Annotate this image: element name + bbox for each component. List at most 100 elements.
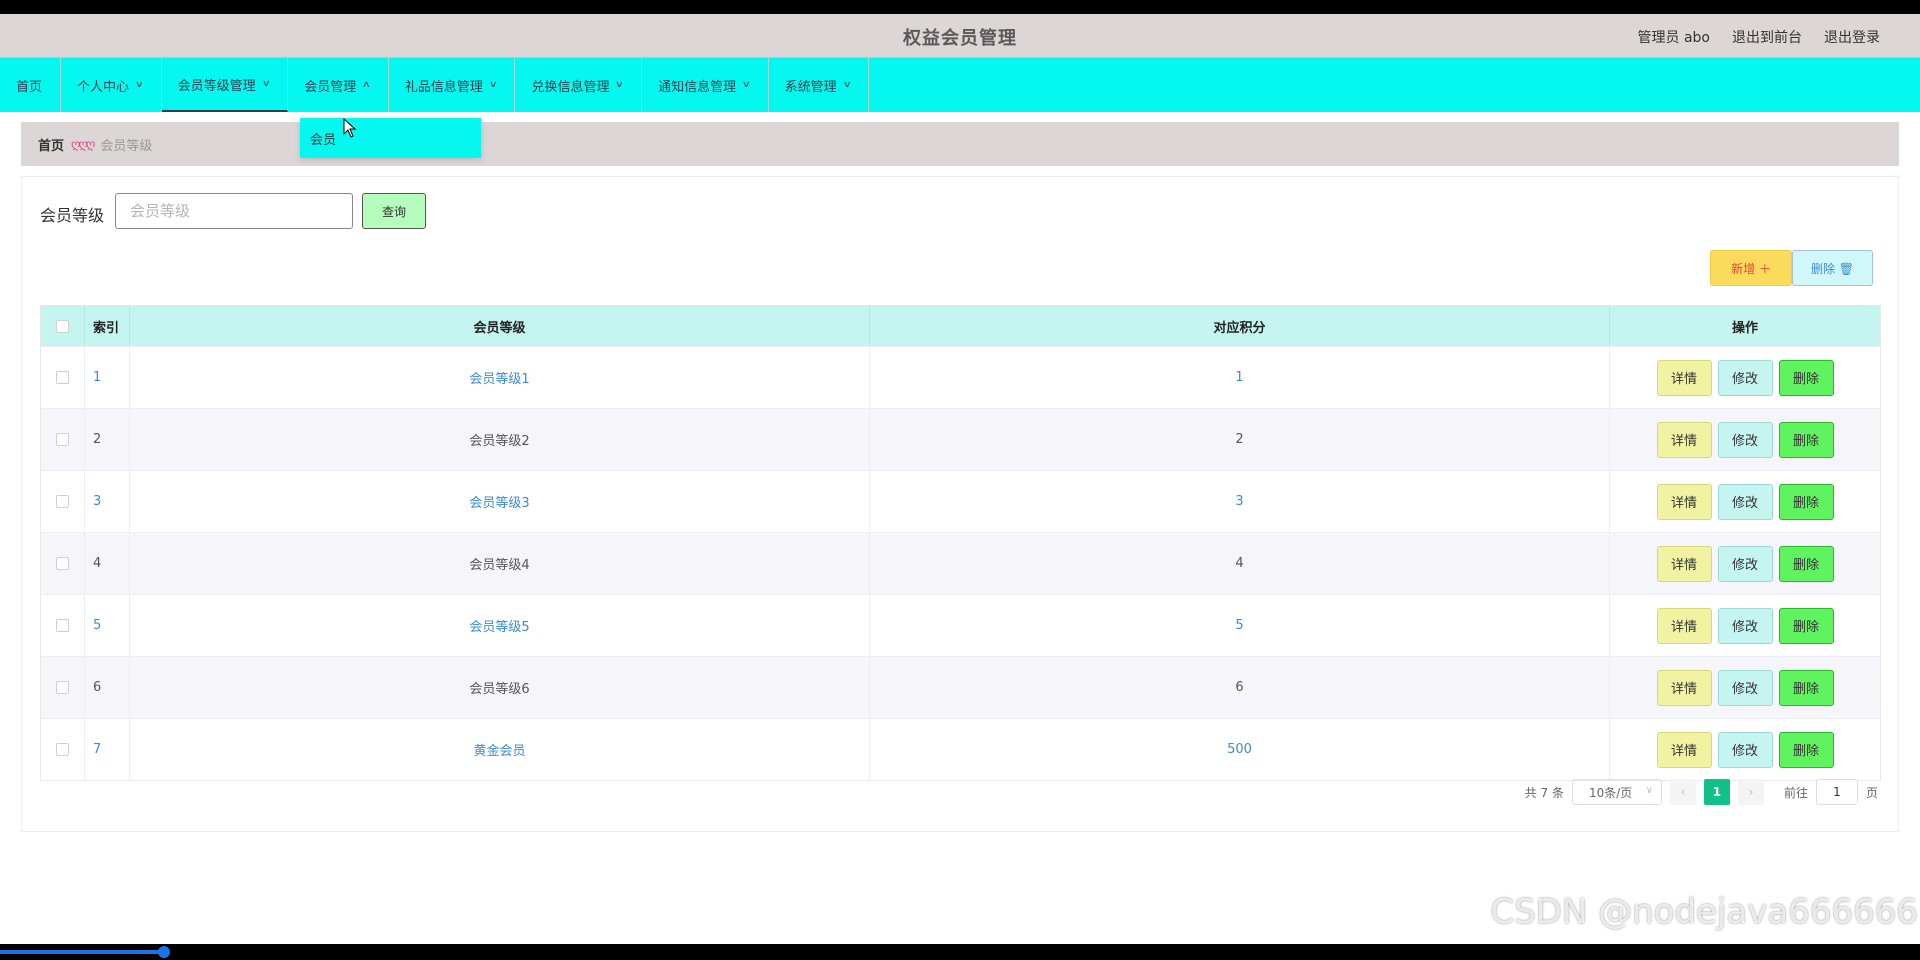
detail-button[interactable]: 详情 [1656,731,1712,768]
row-checkbox[interactable] [56,495,69,508]
progress-handle[interactable] [158,946,170,958]
detail-button[interactable]: 详情 [1656,483,1712,520]
nav-gift-info-label: 礼品信息管理 [404,79,483,95]
member-level-search-input[interactable] [115,193,353,229]
app-window: 权益会员管理 管理员 abo 退出到前台 退出登录 首页 个人中心 ∨ 会员等级管… [0,14,1920,944]
row-checkbox[interactable] [56,557,69,570]
row-points: 500 [870,719,1610,780]
nav-system[interactable]: 系统管理 ∨ [769,58,870,112]
row-checkbox[interactable] [56,681,69,694]
row-checkbox[interactable] [56,619,69,632]
header-level: 会员等级 [130,306,870,346]
edit-button[interactable]: 修改 [1717,607,1773,644]
nav-home-label: 首页 [16,79,43,95]
detail-button[interactable]: 详情 [1656,669,1712,706]
row-index: 6 [85,657,130,718]
table-header: 索引 会员等级 对应积分 操作 [41,306,1880,346]
member-level-table: 索引 会员等级 对应积分 操作 1 会员等级1 1 详情 修改 删除 2 会员等 [40,305,1881,781]
next-page-button[interactable]: › [1737,779,1764,805]
edit-button[interactable]: 修改 [1717,421,1773,458]
nav-gift-info[interactable]: 礼品信息管理 ∨ [389,58,516,112]
delete-button[interactable]: 删除 [1778,731,1834,768]
edit-button[interactable]: 修改 [1717,545,1773,582]
delete-button[interactable]: 删除 [1778,359,1834,396]
delete-button[interactable]: 删除 [1778,545,1834,582]
nav-member-manage-label: 会员管理 [304,79,357,95]
current-page[interactable]: 1 [1703,779,1730,805]
query-button[interactable]: 查询 [362,193,426,229]
table-row: 2 会员等级2 2 详情 修改 删除 [41,408,1880,470]
row-points: 2 [870,409,1610,470]
nav-exchange-info[interactable]: 兑换信息管理 ∨ [515,58,643,112]
detail-button[interactable]: 详情 [1656,421,1712,458]
page-size-select[interactable]: 10条/页 ∨ [1571,779,1662,805]
content-panel: 会员等级 查询 新增 ＋ 删除 🗑 索引 会员等级 对应积分 操作 1 会员等级… [21,176,1899,832]
row-index: 4 [85,533,130,594]
detail-button[interactable]: 详情 [1656,545,1712,582]
nav-system-label: 系统管理 [784,79,837,95]
edit-button[interactable]: 修改 [1717,359,1773,396]
goto-label: 前往 [1783,785,1808,800]
batch-delete-button[interactable]: 删除 🗑 [1792,250,1873,286]
delete-button[interactable]: 删除 [1778,421,1834,458]
delete-button[interactable]: 删除 [1778,669,1834,706]
watermark: CSDN @nodejava666666 [1490,892,1918,932]
nav-home[interactable]: 首页 [0,58,62,112]
row-check-cell [41,595,85,656]
row-checkbox[interactable] [56,371,69,384]
edit-button[interactable]: 修改 [1717,731,1773,768]
chevron-left-icon: ‹ [1680,785,1686,799]
row-index: 7 [85,719,130,780]
header-links: 管理员 abo 退出到前台 退出登录 [1638,27,1880,47]
delete-button[interactable]: 删除 [1778,607,1834,644]
row-checkbox[interactable] [56,433,69,446]
row-index: 1 [85,347,130,408]
pagination: 共 7 条 10条/页 ∨ ‹ 1 › 前往 页 [1525,779,1878,805]
nav-member-manage[interactable]: 会员管理 ∧ [288,58,389,112]
chevron-right-icon: › [1748,785,1754,799]
admin-user: 管理员 abo [1637,30,1710,46]
row-actions: 详情 修改 删除 [1610,409,1880,470]
nav-notice-info[interactable]: 通知信息管理 ∨ [642,58,769,112]
nav-member-level-label: 会员等级管理 [177,78,256,94]
row-level: 会员等级6 [130,657,870,718]
select-all-checkbox[interactable] [56,319,69,333]
edit-button[interactable]: 修改 [1717,669,1773,706]
breadcrumb-home[interactable]: 首页 [38,135,64,154]
row-check-cell [41,471,85,532]
row-actions: 详情 修改 删除 [1610,657,1880,718]
row-checkbox[interactable] [56,743,69,756]
row-actions: 详情 修改 删除 [1610,347,1880,408]
row-points: 3 [870,471,1610,532]
add-button[interactable]: 新增 ＋ [1710,250,1792,286]
row-check-cell [41,347,85,408]
nav-member-level[interactable]: 会员等级管理 ∨ [161,58,289,112]
table-row: 1 会员等级1 1 详情 修改 删除 [41,346,1880,408]
table-row: 7 黄金会员 500 详情 修改 删除 [41,718,1880,780]
dropdown-item-member[interactable]: 会员 [310,129,336,148]
playback-progress[interactable] [0,950,164,954]
delete-button[interactable]: 删除 [1778,483,1834,520]
detail-button[interactable]: 详情 [1656,359,1712,396]
nav-personal-center-label: 个人中心 [77,79,130,95]
row-points: 1 [870,347,1610,408]
exit-to-front-link[interactable]: 退出到前台 [1732,27,1802,47]
row-actions: 详情 修改 删除 [1610,533,1880,594]
prev-page-button[interactable]: ‹ [1669,779,1696,805]
goto-page-input[interactable] [1815,779,1858,805]
nav-personal-center[interactable]: 个人中心 ∨ [61,58,162,112]
nav-notice-info-label: 通知信息管理 [658,79,737,95]
row-level: 会员等级4 [130,533,870,594]
app-title: 权益会员管理 [903,28,1017,49]
chevron-down-icon: ∨ [488,80,498,90]
main-nav: 首页 个人中心 ∨ 会员等级管理 ∨ 会员管理 ∧ 礼品信息管理 ∨ 兑换信息管理 ∨ 通… [0,58,1920,112]
chevron-down-icon: ∨ [261,79,271,89]
member-manage-dropdown: 会员 [300,118,481,158]
row-check-cell [41,657,85,718]
edit-button[interactable]: 修改 [1717,483,1773,520]
detail-button[interactable]: 详情 [1656,607,1712,644]
row-index: 5 [85,595,130,656]
row-index: 3 [85,471,130,532]
logout-link[interactable]: 退出登录 [1824,27,1880,47]
table-row: 6 会员等级6 6 详情 修改 删除 [41,656,1880,718]
